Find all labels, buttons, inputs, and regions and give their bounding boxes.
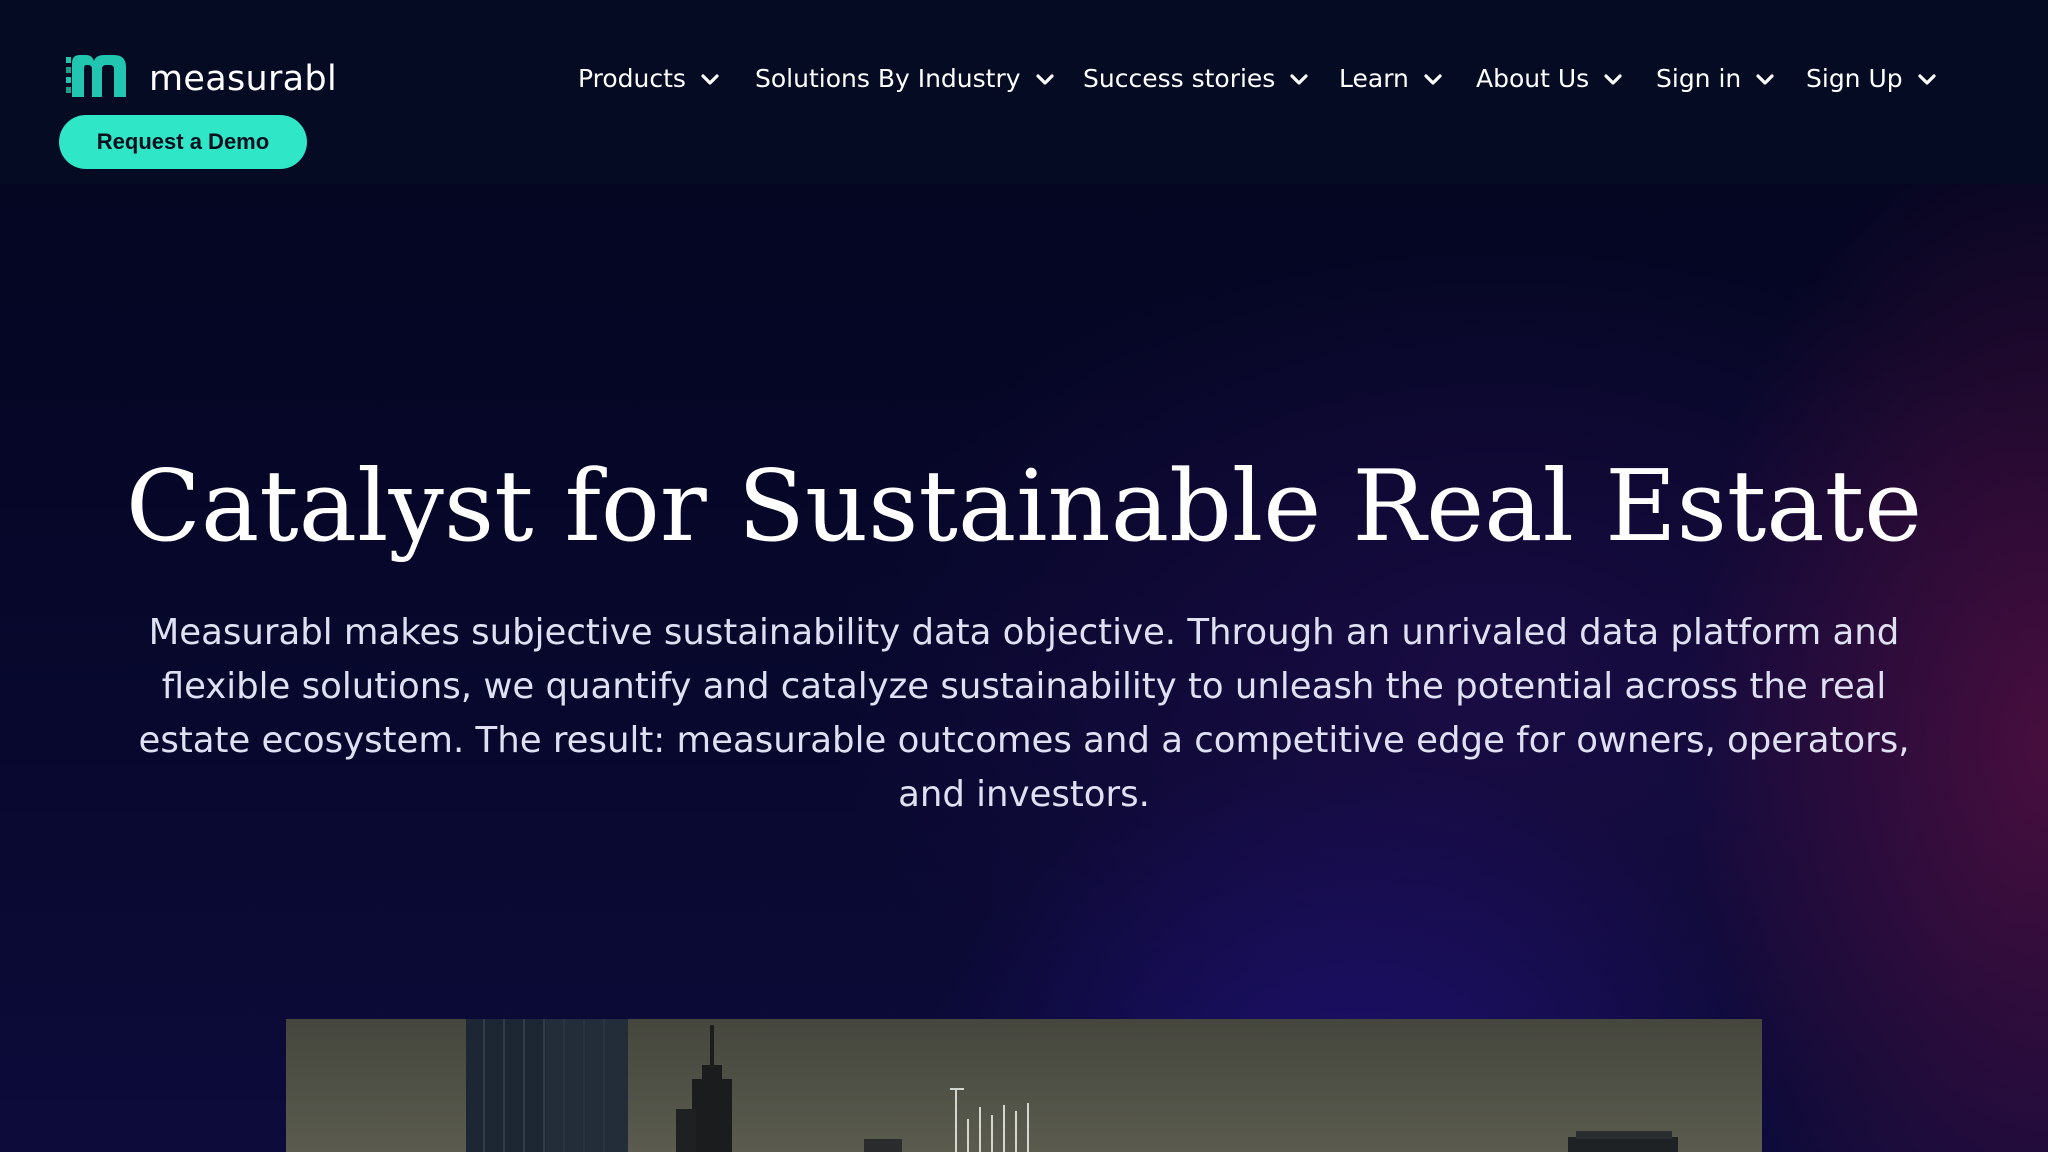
city-skyline-illustration — [286, 1019, 1762, 1152]
nav-item-label: Learn — [1339, 63, 1409, 93]
chevron-down-icon — [1918, 74, 1936, 85]
hero-subtitle: Measurabl makes subjective sustainabilit… — [138, 612, 1910, 815]
chevron-down-icon — [1604, 74, 1622, 85]
chevron-down-icon — [1424, 74, 1442, 85]
hero-skyline-image — [286, 1019, 1762, 1152]
nav-item-label: Sign Up — [1806, 63, 1903, 93]
chevron-down-icon — [701, 74, 719, 85]
nav-item-about-us[interactable]: About Us — [1476, 58, 1623, 98]
nav-item-learn[interactable]: Learn — [1339, 58, 1443, 98]
nav-item-solutions-by-industry[interactable]: Solutions By Industry — [755, 58, 1055, 98]
nav-item-label: Sign in — [1656, 63, 1742, 93]
nav-item-sign-up[interactable]: Sign Up — [1806, 58, 1937, 98]
nav-item-label: Products — [578, 63, 686, 93]
chevron-down-icon — [1035, 74, 1054, 85]
nav-item-sign-in[interactable]: Sign in — [1656, 58, 1775, 98]
chevron-down-icon — [1290, 74, 1308, 85]
nav-item-success-stories[interactable]: Success stories — [1083, 58, 1309, 98]
nav-item-label: Success stories — [1083, 63, 1276, 93]
nav-item-label: About Us — [1476, 63, 1590, 93]
hero-title: Catalyst for Sustainable Real Estate — [125, 450, 1923, 564]
page: measurabl Request a Demo Products Soluti… — [0, 0, 2048, 1152]
nav-item-products[interactable]: Products — [578, 58, 720, 98]
chevron-down-icon — [1756, 74, 1774, 85]
hero-section: Catalyst for Sustainable Real Estate Mea… — [0, 184, 2048, 1152]
request-demo-button[interactable]: Request a Demo — [59, 115, 307, 169]
site-header: measurabl Request a Demo Products Soluti… — [0, 0, 2048, 184]
nav-item-label: Solutions By Industry — [755, 63, 1021, 93]
main-nav: Products Solutions By Industry Success s… — [0, 58, 2048, 98]
